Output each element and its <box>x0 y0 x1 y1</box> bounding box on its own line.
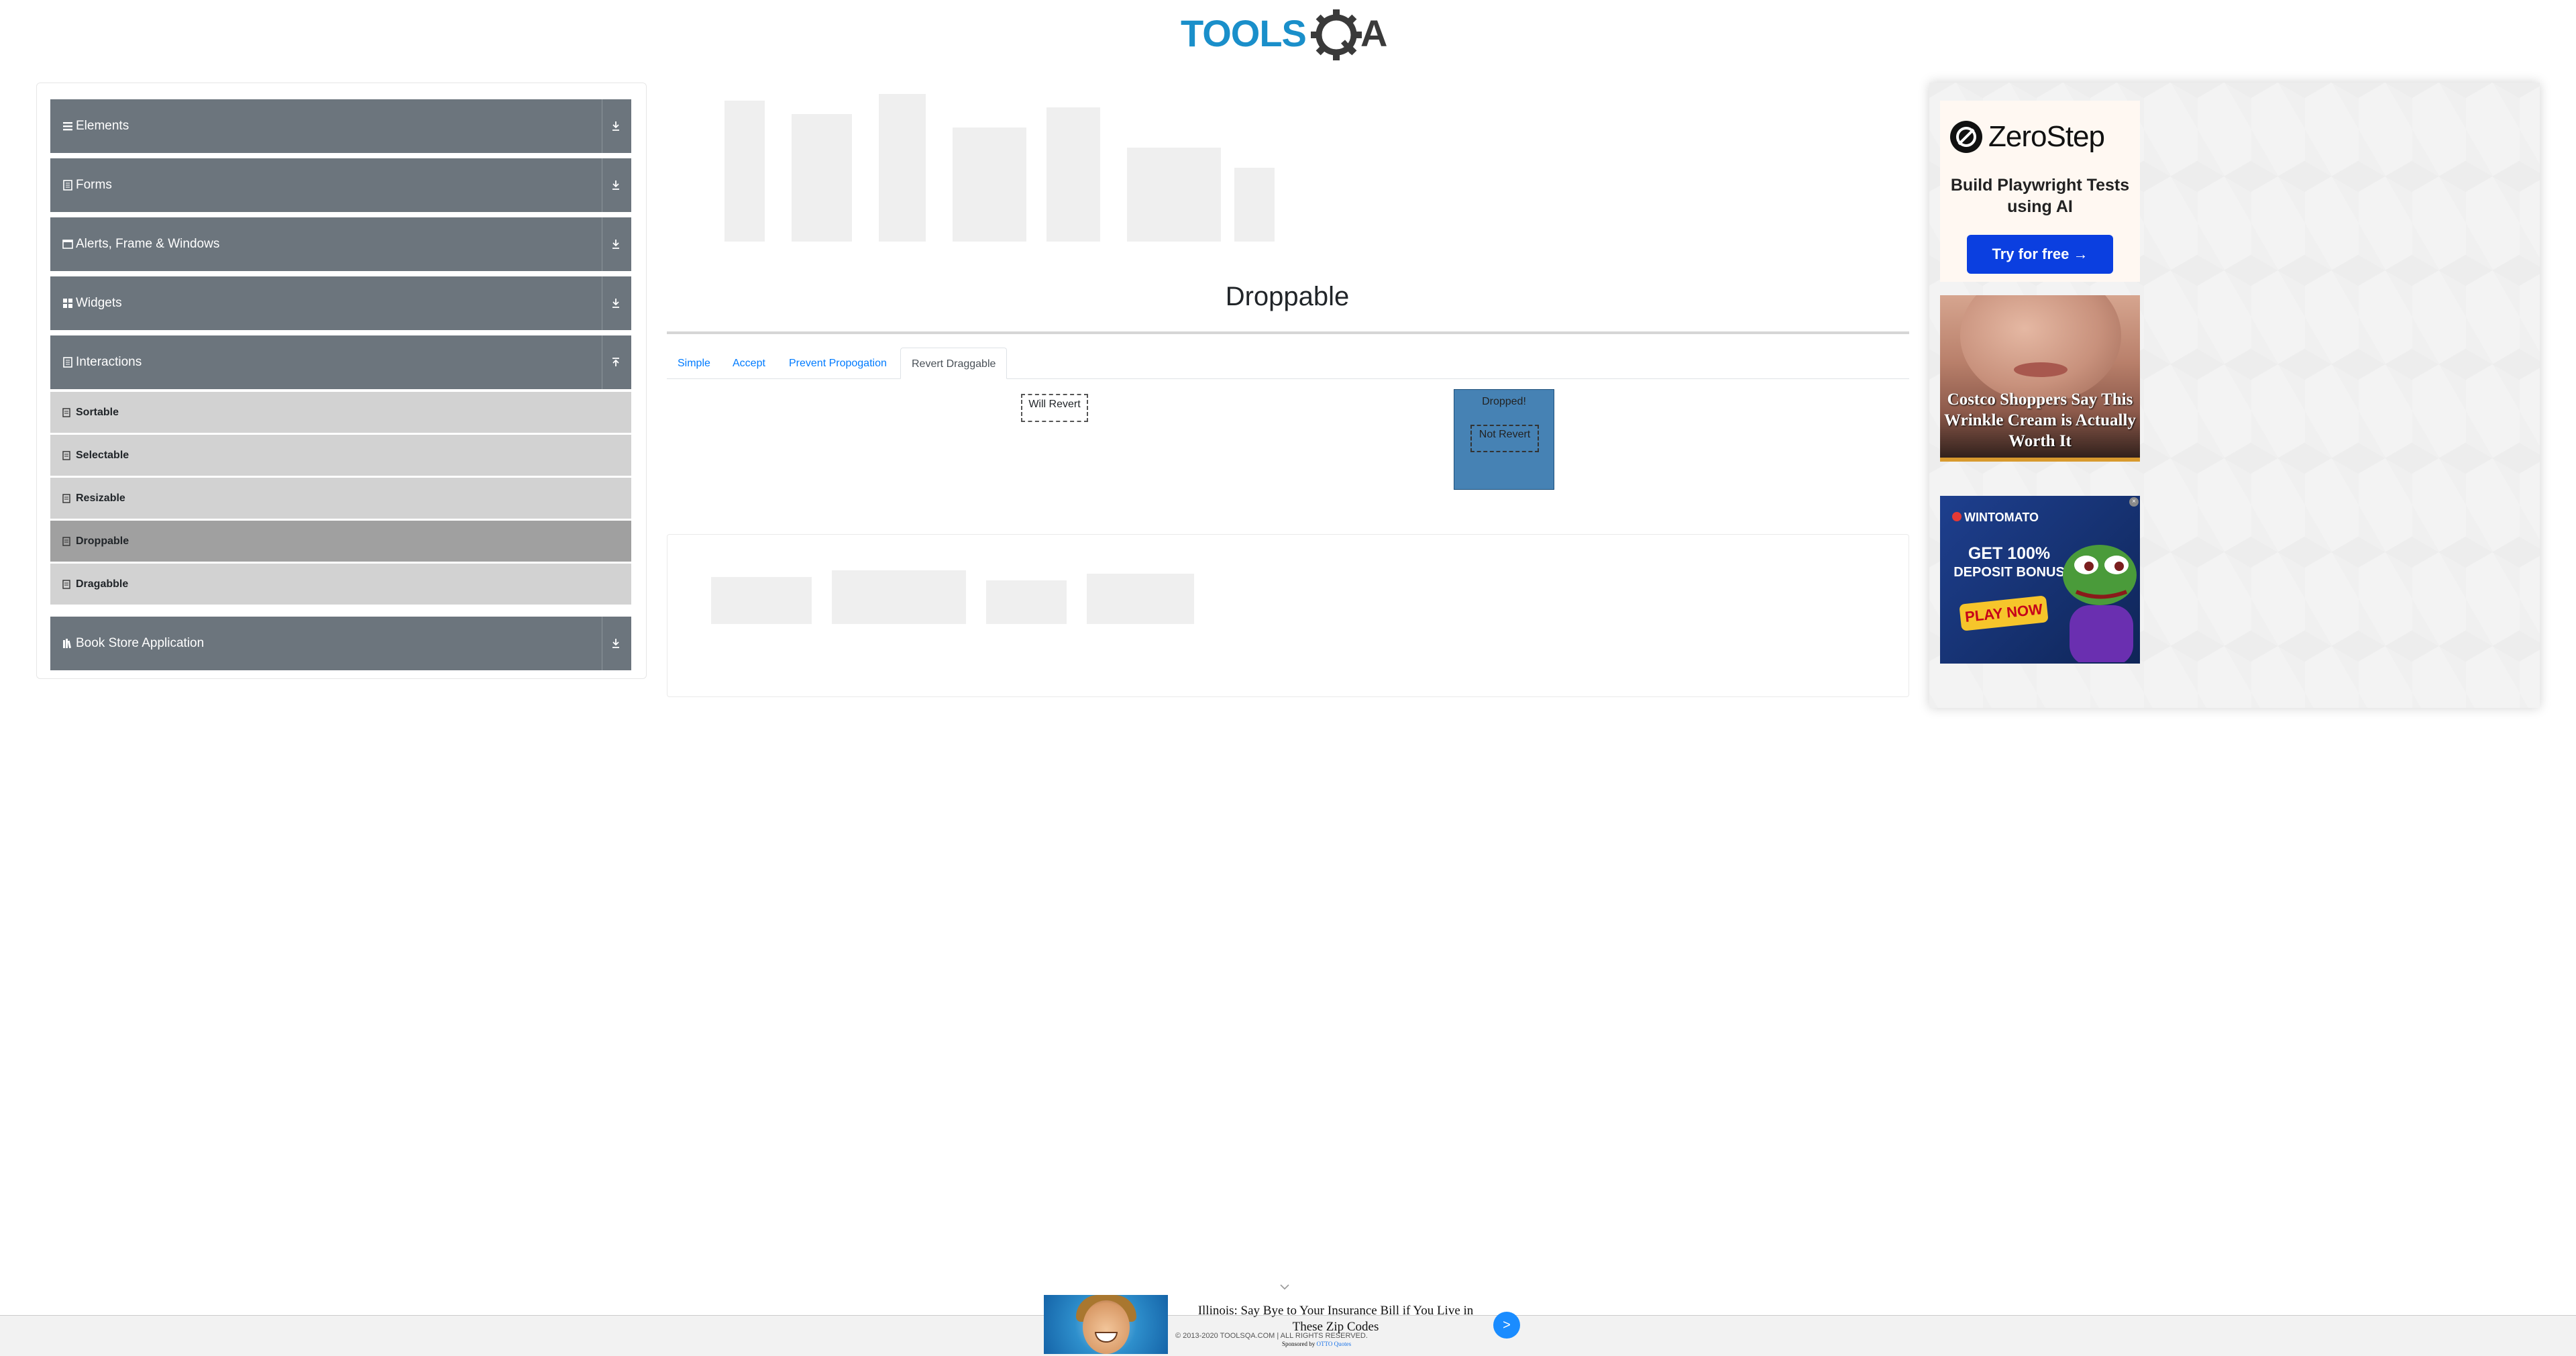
sidebar-group-elements[interactable]: Elements <box>50 99 631 153</box>
books-icon <box>63 639 71 649</box>
file-icon <box>62 493 70 503</box>
expand-toggle[interactable] <box>602 217 629 271</box>
content-card <box>667 534 1909 697</box>
sidebar: Elements Forms Alerts, Frame & Windows W… <box>36 83 647 679</box>
sidebar-group-label: Forms <box>76 178 112 192</box>
casino-headline: GET 100% DEPOSIT BONUS <box>1952 544 2066 582</box>
expand-toggle[interactable] <box>602 276 629 330</box>
zerostep-ad[interactable]: ZeroStep Build Playwright Tests using AI… <box>1940 101 2140 282</box>
insurance-ad-headline: Illinois: Say Bye to Your Insurance Bill… <box>1197 1304 1474 1334</box>
ad-face-image <box>1960 295 2121 403</box>
window-icon <box>62 240 73 249</box>
sidebar-group-widgets[interactable]: Widgets <box>50 276 631 330</box>
ad-go-button[interactable]: > <box>1493 1312 1520 1339</box>
download-arrow-icon <box>612 180 619 190</box>
sidebar-group-label: Book Store Application <box>76 636 205 650</box>
drop-target[interactable]: Dropped! Not Revert <box>1454 389 1554 490</box>
sidebar-group-alerts[interactable]: Alerts, Frame & Windows <box>50 217 631 271</box>
sidebar-item-label: Sortable <box>76 406 119 418</box>
sidebar-group-label: Elements <box>76 119 129 133</box>
page: TOOLS A Elements Forms Alerts, Frame & W… <box>0 0 2576 1356</box>
file-icon <box>62 450 70 460</box>
sidebar-group-label: Interactions <box>76 355 142 369</box>
file-icon <box>62 407 70 417</box>
zerostep-brand: ZeroStep <box>1988 120 2105 153</box>
wrinkle-cream-ad[interactable]: Costco Shoppers Say This Wrinkle Cream i… <box>1940 295 2140 462</box>
tab-revert-draggable[interactable]: Revert Draggable <box>900 348 1008 379</box>
revertable-drag-box[interactable]: Will Revert <box>1021 394 1088 422</box>
sidebar-group-label: Widgets <box>76 296 122 310</box>
chevron-down-icon[interactable] <box>1279 1283 1290 1291</box>
sidebar-item-sortable[interactable]: Sortable <box>50 392 631 433</box>
tab-bar: Simple Accept Prevent Propogation Revert… <box>667 348 1909 379</box>
zerostep-copy: Build Playwright Tests using AI <box>1950 176 2130 216</box>
sidebar-item-droppable[interactable]: Droppable <box>50 521 631 562</box>
insurance-ad-sponsor: Sponsored by OTTO Quotes <box>1282 1341 1351 1347</box>
toolsqa-logo[interactable]: TOOLS A <box>1181 9 1399 60</box>
insurance-ad[interactable]: Illinois: Say Bye to Your Insurance Bill… <box>1044 1295 1523 1356</box>
ad-lips <box>2014 362 2068 377</box>
download-arrow-icon <box>612 240 619 249</box>
ad-placeholder-top <box>724 94 1275 242</box>
ad-close-icon[interactable]: × <box>2129 497 2139 507</box>
grid-icon <box>63 299 72 308</box>
ad-accent-bar <box>1940 458 2140 462</box>
sidebar-item-resizable[interactable]: Resizable <box>50 478 631 519</box>
sidebar-item-selectable[interactable]: Selectable <box>50 435 631 476</box>
document-icon <box>63 180 72 191</box>
sidebar-group-book-store[interactable]: Book Store Application <box>50 617 631 670</box>
wrinkle-ad-caption: Costco Shoppers Say This Wrinkle Cream i… <box>1944 390 2136 450</box>
tab-prevent-propogation[interactable]: Prevent Propogation <box>778 348 898 379</box>
insurance-ad-image <box>1044 1295 1168 1354</box>
sidebar-group-forms[interactable]: Forms <box>50 158 631 212</box>
logo-text-right: A <box>1360 12 1387 54</box>
file-icon <box>62 536 70 546</box>
file-icon <box>62 579 70 589</box>
play-now-button[interactable]: PLAY NOW <box>1959 595 2049 631</box>
sidebar-group-label: Alerts, Frame & Windows <box>76 237 220 251</box>
drop-target-label: Dropped! <box>1482 396 1526 407</box>
upload-arrow-icon <box>612 358 619 366</box>
not-revert-drag-box[interactable]: Not Revert <box>1470 425 1539 452</box>
logo-text-left: TOOLS <box>1181 12 1306 54</box>
sidebar-item-label: Selectable <box>76 449 129 461</box>
try-for-free-button[interactable]: Try for free → <box>1967 235 2113 274</box>
zerostep-logo-icon <box>1950 121 1982 153</box>
sidebar-item-label: Droppable <box>76 535 129 547</box>
sidebar-item-label: Resizable <box>76 492 125 504</box>
tab-accept[interactable]: Accept <box>722 348 776 379</box>
ad-head <box>1083 1300 1130 1354</box>
tomato-icon <box>1952 512 1962 521</box>
sidebar-item-dragabble[interactable]: Dragabble <box>50 564 631 605</box>
sponsor-prefix: Sponsored by <box>1282 1341 1316 1347</box>
document-icon <box>63 357 72 368</box>
download-arrow-icon <box>612 121 619 131</box>
download-arrow-icon <box>612 299 619 308</box>
copyright-text: © 2013-2020 TOOLSQA.COM | ALL RIGHTS RES… <box>1175 1332 1368 1340</box>
divider <box>667 331 1909 334</box>
collapse-toggle[interactable] <box>602 335 629 389</box>
expand-toggle[interactable] <box>602 158 629 212</box>
sponsor-brand: OTTO Quotes <box>1316 1341 1352 1347</box>
expand-toggle[interactable] <box>602 617 629 670</box>
frog-mascot-icon <box>2063 545 2137 662</box>
zerostep-logo: ZeroStep <box>1949 118 2131 156</box>
list-icon <box>63 122 72 131</box>
gear-icon <box>1311 9 1362 60</box>
casino-headline-big: GET 100% <box>1968 544 2051 563</box>
page-title: Droppable <box>1225 282 1350 311</box>
wintomato-ad[interactable]: WINTOMATO GET 100% DEPOSIT BONUS PLAY NO… <box>1940 496 2140 664</box>
sidebar-group-interactions[interactable]: Interactions <box>50 335 631 389</box>
casino-headline-small: DEPOSIT BONUS <box>1953 565 2065 580</box>
expand-toggle[interactable] <box>602 99 629 153</box>
download-arrow-icon <box>612 639 619 648</box>
wintomato-brand: WINTOMATO <box>1964 511 2039 524</box>
tab-simple[interactable]: Simple <box>667 348 721 379</box>
sidebar-item-label: Dragabble <box>76 578 129 590</box>
